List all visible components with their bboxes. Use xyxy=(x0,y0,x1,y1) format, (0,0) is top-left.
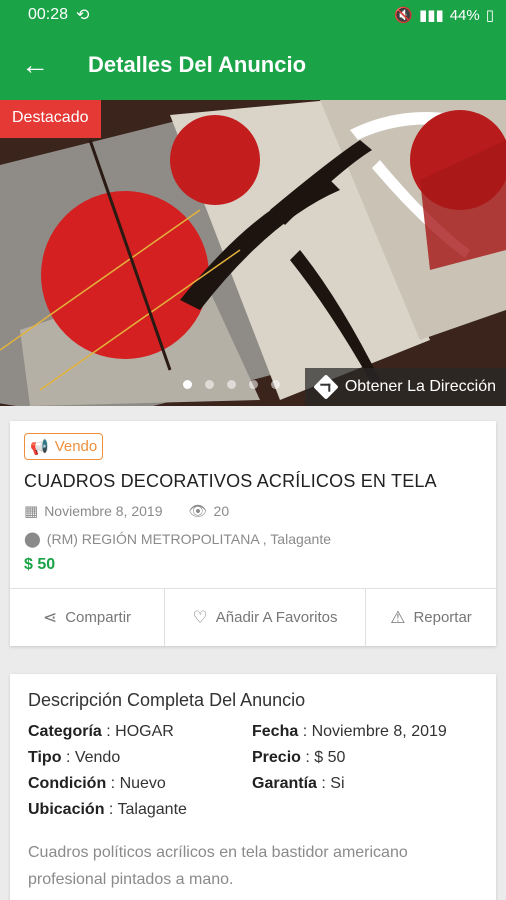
carousel-indicators xyxy=(183,380,280,389)
detail-location: Ubicación : Talagante xyxy=(28,801,187,818)
ad-summary-card: 📢 Vendo CUADROS DECORATIVOS ACRÍLICOS EN… xyxy=(10,421,496,646)
calendar-icon: ▦ xyxy=(24,503,39,520)
status-time: 00:28 xyxy=(28,6,69,23)
megaphone-icon: 📢 xyxy=(30,438,49,456)
report-button[interactable]: ⚠ Reportar xyxy=(366,589,496,646)
warning-icon: ⚠ xyxy=(390,607,406,627)
ad-meta: ▦ Noviembre 8, 2019 👁 20 xyxy=(24,502,482,520)
ad-painting-image xyxy=(0,100,506,406)
carousel-dot[interactable] xyxy=(205,380,214,389)
ad-details-card: Descripción Completa Del Anuncio Categor… xyxy=(10,674,496,900)
ad-image-carousel[interactable]: Destacado Obtener La Dirección xyxy=(0,100,506,406)
eye-icon: 👁 xyxy=(188,503,208,520)
detail-price: Precio : $ 50 xyxy=(252,749,346,766)
ad-title: CUADROS DECORATIVOS ACRÍLICOS EN TELA xyxy=(24,471,437,491)
share-icon: ⋖ xyxy=(42,607,58,627)
ad-location: (RM) REGIÓN METROPOLITANA , Talagante xyxy=(46,531,332,547)
page-title: Detalles Del Anuncio xyxy=(88,52,307,77)
featured-badge: Destacado xyxy=(0,100,101,138)
share-button[interactable]: ⋖ Compartir xyxy=(10,589,165,646)
heart-icon: ♡ xyxy=(192,607,208,627)
detail-type: Tipo : Vendo xyxy=(28,749,121,766)
ad-type-tag: 📢 Vendo xyxy=(24,433,104,460)
battery-icon: ▯ xyxy=(485,7,494,24)
ad-description: Cuadros políticos acrílicos en tela bast… xyxy=(28,844,408,888)
get-directions-button[interactable]: Obtener La Dirección xyxy=(304,368,506,406)
details-grid: Categoría : HOGAR Fecha : Noviembre 8, 2… xyxy=(28,723,478,819)
ad-price: $ 50 xyxy=(24,556,56,573)
mute-icon: 🔇 xyxy=(394,7,413,24)
carousel-dot[interactable] xyxy=(227,380,236,389)
ad-actions: ⋖ Compartir ♡ Añadir A Favoritos ⚠ Repor… xyxy=(10,588,496,646)
carousel-dot[interactable] xyxy=(271,380,280,389)
share-label: Compartir xyxy=(65,609,132,626)
ad-views: 20 xyxy=(213,503,230,519)
ad-type-label: Vendo xyxy=(54,438,98,455)
detail-category: Categoría : HOGAR xyxy=(28,723,174,740)
report-label: Reportar xyxy=(413,609,472,626)
directions-icon xyxy=(313,374,339,400)
carousel-dot[interactable] xyxy=(249,380,258,389)
get-directions-label: Obtener La Dirección xyxy=(344,378,496,395)
ad-date: Noviembre 8, 2019 xyxy=(44,503,163,519)
location-pin-icon: ⬤ xyxy=(24,531,41,548)
details-title: Descripción Completa Del Anuncio xyxy=(28,690,306,710)
battery-percent: 44% xyxy=(449,6,480,24)
ad-location-row: ⬤ (RM) REGIÓN METROPOLITANA , Talagante xyxy=(24,530,482,548)
detail-date: Fecha : Noviembre 8, 2019 xyxy=(252,723,447,740)
detail-condition: Condición : Nuevo xyxy=(28,775,166,792)
signal-icon: ▮▮▮ xyxy=(418,7,444,24)
sync-icon: ⟲ xyxy=(76,7,90,24)
add-favorite-label: Añadir A Favoritos xyxy=(215,609,338,626)
status-bar: 00:28 ⟲ 🔇 ▮▮▮ 44% ▯ xyxy=(0,0,506,30)
back-arrow-icon[interactable]: ← xyxy=(0,30,70,100)
carousel-dot[interactable] xyxy=(183,380,192,389)
add-favorite-button[interactable]: ♡ Añadir A Favoritos xyxy=(165,589,366,646)
app-bar: ← Detalles Del Anuncio xyxy=(0,30,506,100)
status-icons: 🔇 ▮▮▮ 44% ▯ xyxy=(394,6,494,25)
detail-warranty: Garantía : Si xyxy=(252,775,345,792)
